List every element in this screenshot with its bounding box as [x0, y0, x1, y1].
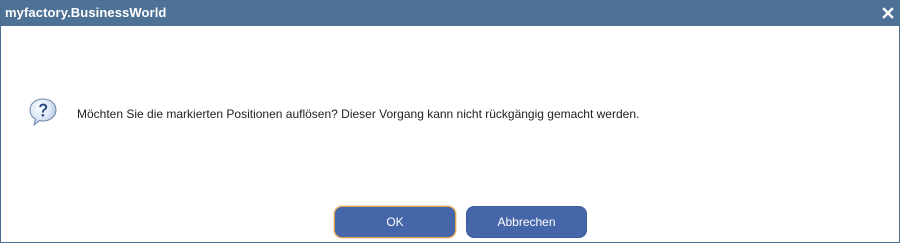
- title-bar[interactable]: myfactory.BusinessWorld: [1, 1, 899, 26]
- confirm-dialog: myfactory.BusinessWorld Möchten Sie die …: [0, 0, 900, 243]
- ok-button-label: OK: [386, 215, 404, 229]
- close-icon[interactable]: [881, 6, 895, 20]
- ok-button[interactable]: OK: [334, 206, 456, 238]
- dialog-message: Möchten Sie die markierten Positionen au…: [77, 107, 640, 121]
- window-title: myfactory.BusinessWorld: [5, 5, 167, 20]
- cancel-button-label: Abbrechen: [497, 215, 556, 229]
- question-icon: [28, 97, 58, 127]
- cancel-button[interactable]: Abbrechen: [466, 206, 587, 238]
